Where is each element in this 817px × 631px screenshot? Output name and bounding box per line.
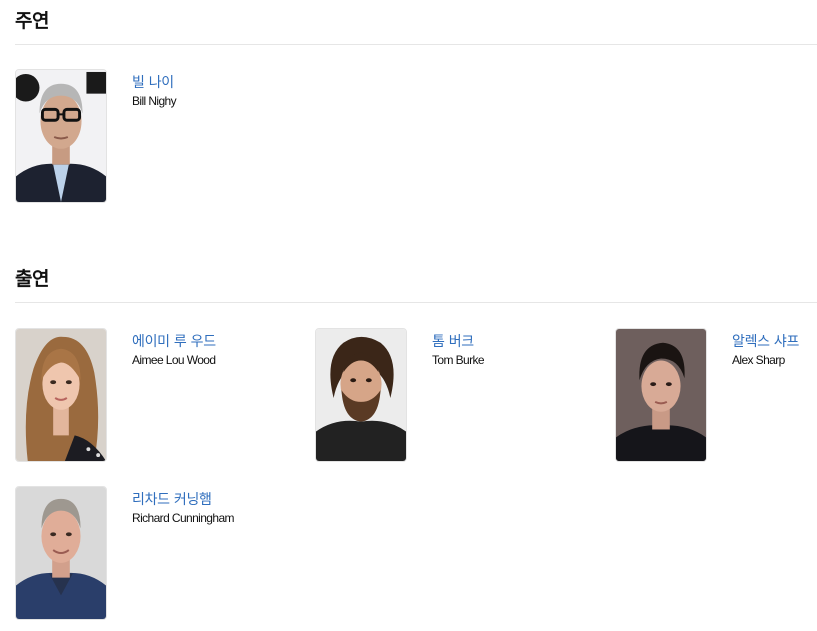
cast-card-richard-cunningham[interactable]: 리차드 커닝햄 Richard Cunningham [15,486,315,626]
section-title-supporting: 출연 [15,268,49,290]
section-divider [15,44,817,45]
actor-name-english: Bill Nighy [132,94,177,108]
actor-name-korean[interactable]: 리차드 커닝햄 [132,489,212,509]
cast-card-tom-burke[interactable]: 톰 버크 Tom Burke [315,328,615,468]
cast-card-aimee-lou-wood[interactable]: 에이미 루 우드 Aimee Lou Wood [15,328,315,468]
actor-name-english: Richard Cunningham [132,511,235,525]
actor-photo[interactable] [15,69,107,203]
section-divider [15,302,817,303]
cast-card-bill-nighy[interactable]: 빌 나이 Bill Nighy [15,69,315,209]
actor-name-english: Aimee Lou Wood [132,353,216,367]
actor-name-korean[interactable]: 톰 버크 [432,331,474,351]
section-title-lead: 주연 [15,10,49,32]
actor-photo[interactable] [15,328,107,462]
actor-name-english: Tom Burke [432,353,485,367]
cast-card-alex-sharp[interactable]: 알렉스 샤프 Alex Sharp [615,328,817,468]
actor-name-korean[interactable]: 알렉스 샤프 [732,331,799,351]
actor-name-korean[interactable]: 빌 나이 [132,72,174,92]
actor-photo[interactable] [315,328,407,462]
actor-name-english: Alex Sharp [732,353,785,367]
cast-page: 주연 빌 나이 Bill Nighy 출연 에이미 루 우드 Aimee Lou… [0,0,817,631]
actor-photo[interactable] [15,486,107,620]
actor-photo[interactable] [615,328,707,462]
actor-name-korean[interactable]: 에이미 루 우드 [132,331,216,351]
